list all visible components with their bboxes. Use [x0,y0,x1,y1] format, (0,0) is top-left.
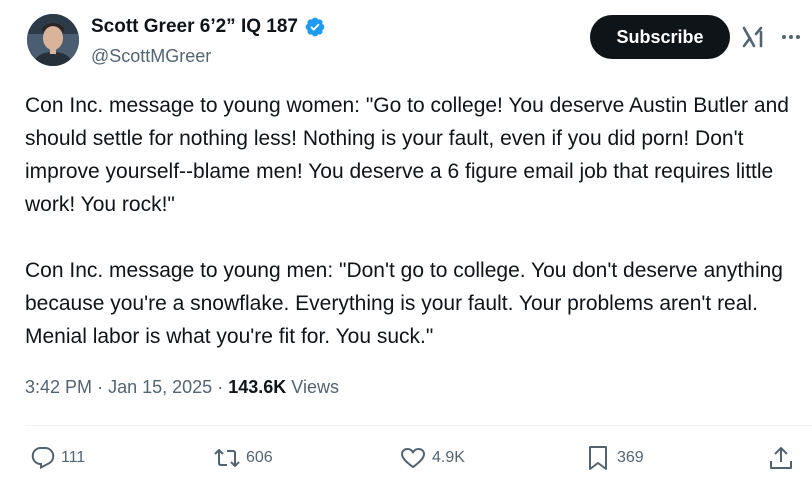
share-icon [768,445,794,471]
tweet-date[interactable]: Jan 15, 2025 [108,377,212,397]
avatar[interactable] [27,14,79,66]
grok-icon[interactable] [741,24,767,50]
reply-icon [31,446,55,470]
repost-count: 606 [246,449,273,466]
share-button[interactable] [768,438,794,478]
like-button[interactable]: 4.9K [400,438,465,478]
meta-separator: · [97,377,104,397]
repost-icon [214,446,240,470]
author-handle[interactable]: @ScottMGreer [91,46,211,67]
tweet-metadata: 3:42 PM · Jan 15, 2025 · 143.6K Views [25,377,339,398]
author-display-name[interactable]: Scott Greer 6’2” IQ 187 [91,16,298,38]
verified-badge-icon[interactable] [304,16,326,38]
views-label: Views [291,377,339,397]
author-name-row: Scott Greer 6’2” IQ 187 [91,16,326,38]
subscribe-button[interactable]: Subscribe [590,15,730,59]
more-icon[interactable] [780,26,802,48]
bookmark-icon [585,445,611,471]
tweet: Scott Greer 6’2” IQ 187 @ScottMGreer Sub… [0,0,812,481]
reply-button[interactable]: 111 [31,438,85,478]
action-bar: 111 606 4.9K 369 [0,438,812,478]
repost-button[interactable]: 606 [214,438,273,478]
tweet-paragraph-2: Con Inc. message to young men: "Don't go… [25,259,783,348]
tweet-paragraph-1: Con Inc. message to young women: "Go to … [25,94,789,216]
tweet-time[interactable]: 3:42 PM [25,377,92,397]
reply-count: 111 [61,449,86,466]
divider [25,425,812,426]
bookmark-count: 369 [617,449,644,466]
bookmark-button[interactable]: 369 [585,438,644,478]
views-count: 143.6K [228,377,287,397]
like-count: 4.9K [432,449,465,466]
heart-icon [400,446,426,470]
tweet-text: Con Inc. message to young women: "Go to … [25,89,805,353]
meta-separator: · [217,377,224,397]
